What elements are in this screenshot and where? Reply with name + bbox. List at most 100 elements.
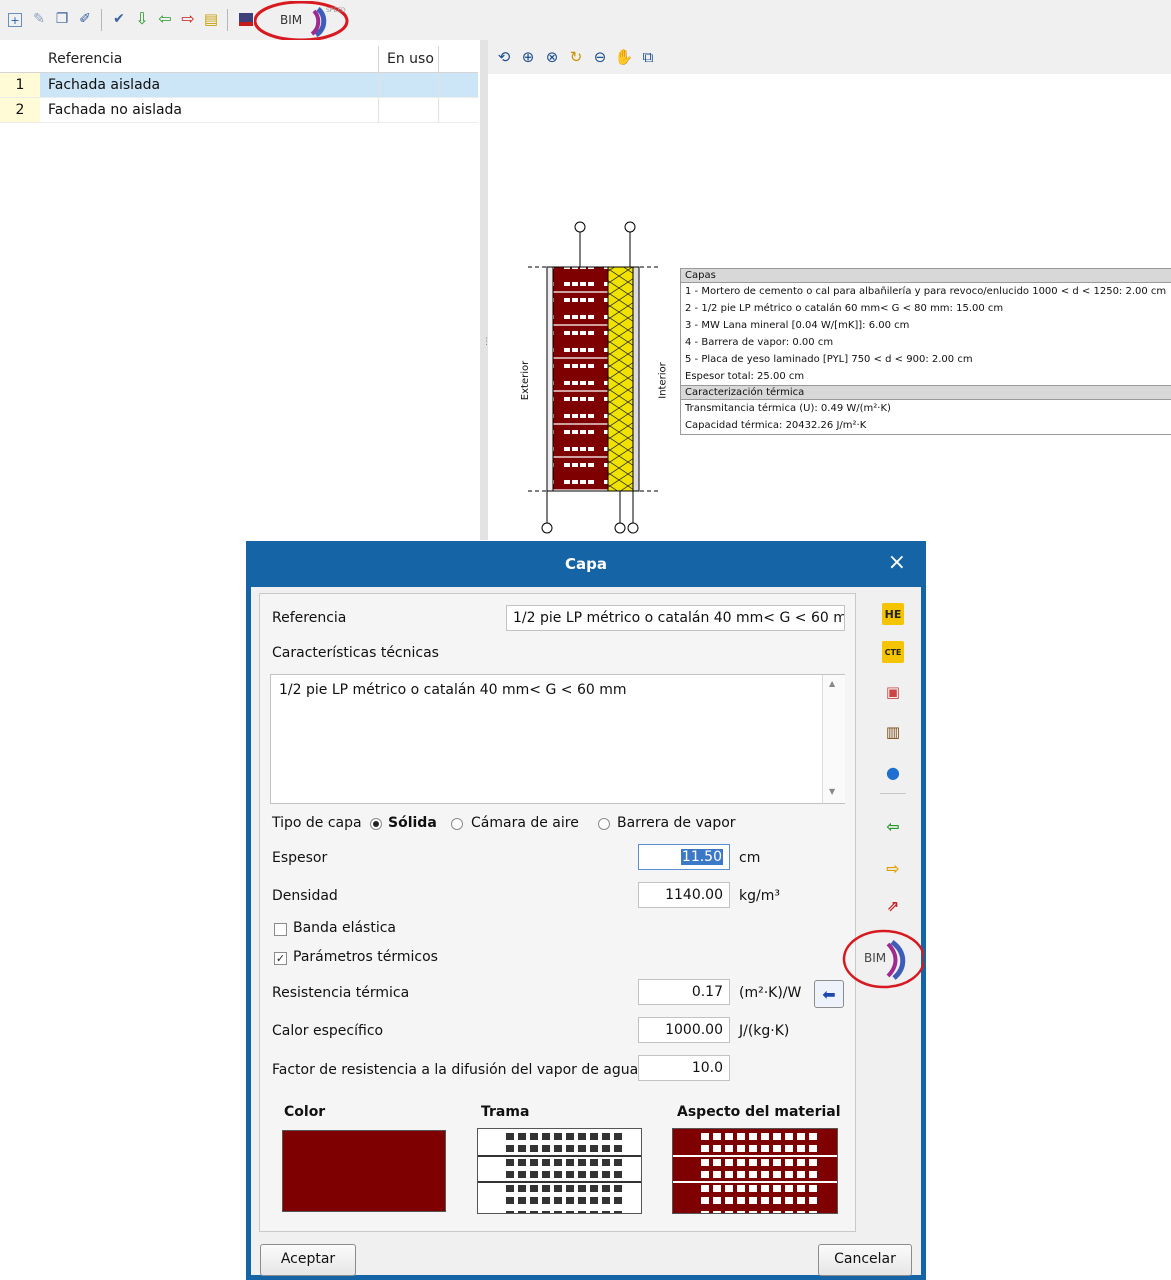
scroll-down-icon[interactable]: ▼: [829, 787, 835, 796]
external-link-icon[interactable]: ⇗: [882, 895, 904, 917]
radio-barrera-vapor-label: Barrera de vapor: [617, 815, 736, 831]
row-label: Fachada no aislada: [48, 102, 182, 118]
row-extra: [438, 98, 479, 122]
color-swatch[interactable]: [282, 1130, 446, 1212]
copy-icon[interactable]: ❐: [53, 10, 71, 28]
radio-camara-aire[interactable]: [451, 818, 463, 830]
ursa-icon[interactable]: [236, 10, 256, 28]
trama-swatch[interactable]: [477, 1128, 642, 1214]
row-number: 1: [0, 73, 40, 97]
close-icon[interactable]: ×: [888, 551, 906, 575]
calor-label: Calor específico: [272, 1023, 384, 1039]
toolbar-separator: [227, 9, 228, 31]
legend-capa-line: 1 - Mortero de cemento o cal para albañi…: [685, 286, 1167, 297]
import-green-icon[interactable]: ⇩: [133, 10, 151, 28]
dialog-title: Capa: [565, 555, 607, 573]
list-item[interactable]: 2 Fachada no aislada: [0, 98, 478, 123]
radio-barrera-vapor[interactable]: [598, 818, 610, 830]
resistencia-input[interactable]: 0.17: [638, 979, 730, 1005]
legend-espesor-total: Espesor total: 25.00 cm: [685, 371, 805, 382]
resistencia-label: Resistencia térmica: [272, 985, 410, 1001]
color-title: Color: [284, 1104, 326, 1120]
scroll-up-icon[interactable]: ▲: [829, 679, 835, 688]
legend-capa-line: 2 - 1/2 pie LP métrico o catalán 60 mm< …: [685, 303, 1004, 314]
densidad-input[interactable]: 1140.00: [638, 882, 730, 908]
caracteristicas-textarea[interactable]: 1/2 pie LP métrico o catalán 40 mm< G < …: [270, 674, 845, 804]
banda-elastica-label: Banda elástica: [293, 920, 397, 936]
zoom-2x-icon[interactable]: ⊗: [542, 47, 562, 67]
legend-termica-title: Caracterización térmica: [681, 385, 1171, 400]
zoom-out-icon[interactable]: ⊖: [590, 47, 610, 67]
radio-camara-aire-label: Cámara de aire: [471, 815, 579, 831]
caracteristicas-label: Características técnicas: [272, 645, 439, 661]
brush-icon[interactable]: ✔: [110, 10, 128, 28]
reference-list-panel: Referencia En uso 1 Fachada aislada 2 Fa…: [0, 40, 481, 540]
add-icon[interactable]: +: [8, 13, 22, 27]
factor-input[interactable]: 10.0: [638, 1055, 730, 1081]
trama-title: Trama: [481, 1104, 530, 1120]
import-icon[interactable]: ⇦: [882, 815, 904, 837]
parametros-termicos-label: Parámetros térmicos: [293, 949, 438, 965]
library-icon[interactable]: ▤: [202, 10, 220, 28]
radio-solida[interactable]: [370, 818, 382, 830]
layers-icon[interactable]: ▥: [882, 721, 904, 743]
panel-splitter[interactable]: ⋮: [480, 40, 491, 540]
densidad-label: Densidad: [272, 888, 338, 904]
zoom-window-icon[interactable]: ⊕: [518, 47, 538, 67]
pan-icon[interactable]: ✋: [614, 47, 634, 67]
wall-section-drawing: [520, 210, 670, 540]
globe-icon[interactable]: ●: [882, 761, 904, 783]
row-en-uso: [378, 98, 439, 122]
column-extra: [438, 46, 479, 72]
export-red-icon[interactable]: ⇨: [179, 10, 197, 28]
zoom-extents-icon[interactable]: ⟲: [494, 47, 514, 67]
row-label: Fachada aislada: [48, 77, 161, 93]
legend-termica-line: Capacidad térmica: 20432.26 J/m²·K: [685, 420, 867, 431]
edit-icon[interactable]: ✎: [30, 10, 48, 28]
catalog-icon[interactable]: ▣: [882, 681, 904, 703]
parametros-termicos-checkbox[interactable]: ✓: [274, 952, 287, 965]
aspecto-swatch[interactable]: [672, 1128, 838, 1214]
espesor-label: Espesor: [272, 850, 328, 866]
factor-label: Factor de resistencia a la difusión del …: [272, 1062, 639, 1078]
radio-solida-label: Sólida: [388, 815, 437, 831]
list-item[interactable]: 1 Fachada aislada: [0, 73, 478, 98]
cte-he-icon[interactable]: HE: [882, 603, 904, 625]
label-exterior: Exterior: [520, 360, 532, 401]
bim-side-button[interactable]: BIM: [840, 928, 924, 990]
resistencia-unit: (m²·K)/W: [739, 985, 802, 1001]
main-toolbar: + ✎ ❐ ✐ ✔ ⇩ ⇦ ⇨ ▤ BIM SPEED: [0, 0, 1171, 43]
calor-input[interactable]: 1000.00: [638, 1017, 730, 1043]
referencia-input[interactable]: 1/2 pie LP métrico o catalán 40 mm< G < …: [506, 605, 845, 631]
fit-window-icon[interactable]: ⧉: [638, 47, 658, 67]
espesor-input[interactable]: 11.50: [638, 844, 730, 870]
cte-icon[interactable]: CTE: [882, 641, 904, 663]
column-en-uso[interactable]: En uso: [378, 46, 438, 72]
toolbar-separator: [101, 9, 102, 31]
bim-speed-label: SPEED: [326, 7, 346, 14]
caracteristicas-text: 1/2 pie LP métrico o catalán 40 mm< G < …: [279, 682, 627, 698]
legend-termica-line: Transmitancia térmica (U): 0.49 W/(m²·K): [685, 403, 891, 414]
calor-unit: J/(kg·K): [739, 1023, 790, 1039]
cancelar-button[interactable]: Cancelar: [818, 1244, 912, 1276]
export-icon[interactable]: ⇨: [882, 857, 904, 879]
espesor-unit: cm: [739, 850, 761, 866]
banda-elastica-checkbox[interactable]: [274, 923, 287, 936]
legend-capa-line: 5 - Placa de yeso laminado [PYL] 750 < d…: [685, 354, 973, 365]
drawing-toolbar: ⟲ ⊕ ⊗ ↻ ⊖ ✋ ⧉: [488, 40, 1171, 74]
row-en-uso: [378, 73, 439, 97]
pencil-icon[interactable]: ✐: [76, 10, 94, 28]
aspecto-title: Aspecto del material: [677, 1104, 841, 1120]
legend-capa-line: 3 - MW Lana mineral [0.04 W/[mK]]: 6.00 …: [685, 320, 910, 331]
aceptar-button[interactable]: Aceptar: [260, 1244, 356, 1276]
export-green-icon[interactable]: ⇦: [156, 10, 174, 28]
layers-legend: Capas 1 - Mortero de cemento o cal para …: [680, 268, 1171, 435]
referencia-label: Referencia: [272, 610, 347, 626]
refresh-icon[interactable]: ↻: [566, 47, 586, 67]
bim-toolbar-button[interactable]: BIM SPEED: [254, 1, 352, 43]
legend-capa-line: 4 - Barrera de vapor: 0.00 cm: [685, 337, 834, 348]
column-referencia[interactable]: Referencia: [48, 46, 122, 72]
dialog-titlebar: Capa ×: [246, 541, 926, 587]
textarea-scrollbar[interactable]: ▲ ▼: [822, 675, 845, 803]
densidad-unit: kg/m³: [739, 888, 780, 904]
